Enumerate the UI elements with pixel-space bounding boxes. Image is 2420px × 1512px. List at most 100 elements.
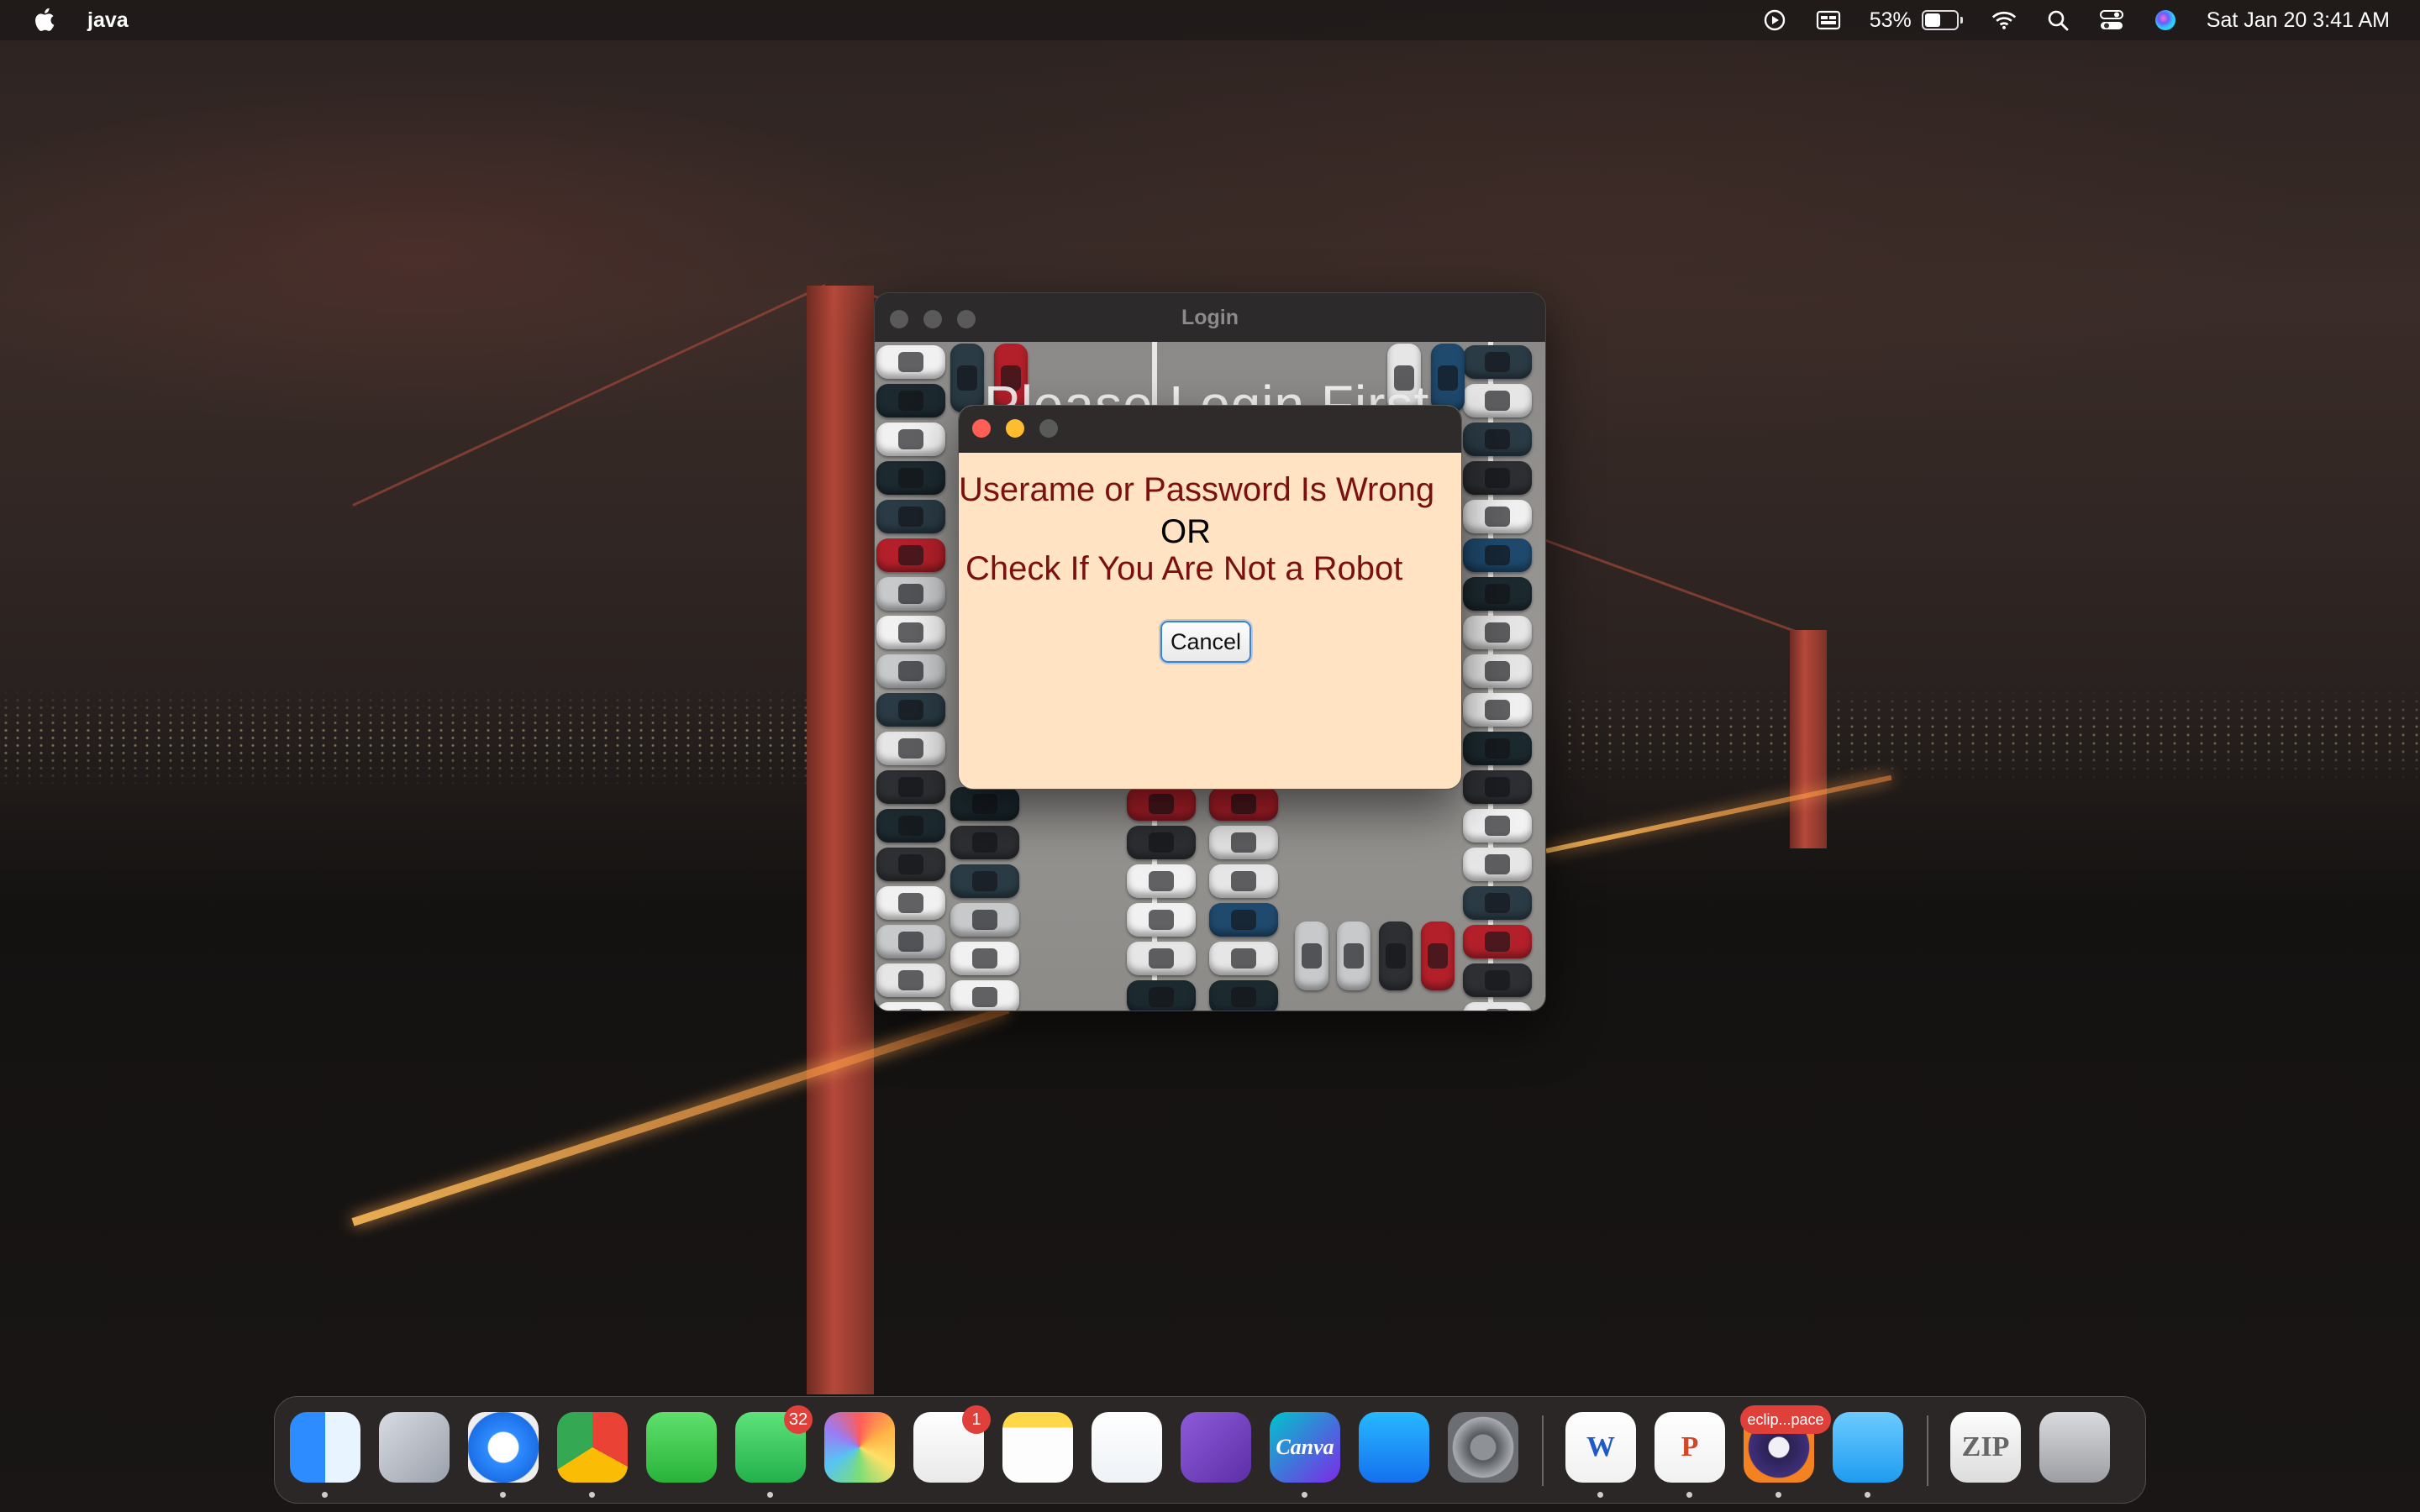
parked-car <box>1127 942 1196 975</box>
parked-car <box>876 886 945 920</box>
siri-icon[interactable] <box>2153 8 2178 33</box>
running-indicator <box>500 1492 506 1498</box>
minimize-button[interactable] <box>1006 419 1024 438</box>
eclipse-icon[interactable]: eclip...pace <box>1740 1405 1831 1498</box>
zip-icon[interactable]: ZIP <box>1950 1412 2021 1483</box>
visual-studio-icon[interactable] <box>1181 1412 1251 1483</box>
parked-car <box>876 345 945 379</box>
error-message-or: OR <box>1160 513 1211 550</box>
parked-car <box>1209 942 1278 975</box>
dock-separator <box>1927 1415 1928 1486</box>
parked-car <box>1127 826 1196 859</box>
parked-car <box>1127 787 1196 821</box>
running-indicator <box>1686 1492 1692 1498</box>
parked-car <box>876 461 945 495</box>
word-icon[interactable]: W <box>1565 1412 1636 1498</box>
powerpoint-icon[interactable]: P <box>1655 1412 1725 1498</box>
parked-car <box>1463 732 1532 765</box>
window-controls <box>890 310 976 328</box>
login-window-titlebar[interactable]: Login <box>875 293 1545 342</box>
control-center-icon[interactable] <box>2099 8 2124 33</box>
bridge-road <box>1545 774 1892 853</box>
parked-car <box>1463 848 1532 881</box>
active-app-name[interactable]: java <box>87 8 129 33</box>
parked-car <box>950 942 1019 975</box>
parked-car <box>876 500 945 533</box>
parked-car <box>876 577 945 611</box>
wifi-icon[interactable] <box>1991 8 2017 33</box>
parked-car <box>876 654 945 688</box>
system-settings-icon[interactable] <box>1448 1412 1518 1483</box>
play-circle-icon[interactable] <box>1762 8 1787 33</box>
dock-separator <box>1542 1415 1544 1486</box>
vscode-icon[interactable] <box>1092 1412 1162 1483</box>
parked-car <box>950 344 984 412</box>
running-indicator <box>1865 1492 1870 1498</box>
search-icon[interactable] <box>2045 8 2070 33</box>
menu-bar-clock[interactable]: Sat Jan 20 3:41 AM <box>2207 8 2390 33</box>
city-lights <box>1563 689 2420 781</box>
parked-car <box>876 423 945 456</box>
chrome-icon[interactable] <box>557 1412 628 1498</box>
parked-car <box>1421 921 1455 990</box>
folder-icon[interactable] <box>1833 1412 1903 1498</box>
parked-car <box>1209 980 1278 1011</box>
parked-car <box>950 980 1019 1011</box>
parked-car <box>1463 963 1532 997</box>
parked-car <box>876 925 945 958</box>
display-icon[interactable] <box>1816 8 1841 33</box>
running-indicator <box>767 1492 773 1498</box>
cancel-button[interactable]: Cancel <box>1160 621 1251 663</box>
dock-item-label: ZIP <box>1961 1431 2010 1462</box>
parked-car <box>876 1002 945 1011</box>
parked-car <box>876 384 945 417</box>
parked-car <box>1463 577 1532 611</box>
parked-car <box>1463 384 1532 417</box>
battery-level-fill <box>1924 13 1940 27</box>
zoom-button[interactable] <box>957 310 976 328</box>
apple-icon[interactable] <box>30 5 55 34</box>
parked-car <box>876 538 945 572</box>
parked-car <box>950 787 1019 821</box>
parked-car <box>1463 1002 1532 1011</box>
dialog-titlebar[interactable] <box>959 406 1461 453</box>
minimize-button[interactable] <box>923 310 942 328</box>
parked-car <box>1209 826 1278 859</box>
parked-car <box>1463 461 1532 495</box>
facetime-icon[interactable] <box>646 1412 717 1483</box>
finder-icon[interactable] <box>290 1412 360 1498</box>
battery-status[interactable]: 53% <box>1870 8 1963 33</box>
bridge-road <box>351 1005 1010 1226</box>
dock-item-label: P <box>1681 1431 1699 1462</box>
parked-car <box>1209 787 1278 821</box>
app-store-icon[interactable] <box>1359 1412 1429 1483</box>
menu-bar: java 53% Sat Jan 20 3:41 AM <box>0 0 2420 40</box>
error-message-line1: Userame or Password Is Wrong <box>959 471 1435 508</box>
notification-badge: eclip...pace <box>1740 1405 1831 1434</box>
parked-car <box>1463 345 1532 379</box>
battery-icon <box>1921 10 1963 30</box>
parked-car <box>1463 925 1532 958</box>
whatsapp-icon[interactable]: 32 <box>735 1405 813 1498</box>
notes-icon[interactable] <box>1002 1412 1073 1483</box>
trash-icon[interactable] <box>2039 1412 2110 1483</box>
close-button[interactable] <box>890 310 908 328</box>
parked-car <box>950 826 1019 859</box>
launchpad-icon[interactable] <box>379 1412 450 1483</box>
close-button[interactable] <box>972 419 991 438</box>
bridge-tower <box>1790 630 1827 848</box>
parked-car <box>1463 423 1532 456</box>
safari-icon[interactable] <box>468 1412 539 1498</box>
parked-car <box>1463 538 1532 572</box>
zoom-button[interactable] <box>1039 419 1058 438</box>
notification-badge: 1 <box>962 1405 991 1434</box>
parked-car <box>876 770 945 804</box>
parked-car <box>876 963 945 997</box>
bridge-cable <box>352 284 826 507</box>
photos-icon[interactable] <box>824 1412 895 1483</box>
parked-car <box>1337 921 1370 990</box>
canva-icon[interactable]: Canva <box>1270 1412 1340 1498</box>
reminders-icon[interactable]: 1 <box>913 1405 991 1483</box>
running-indicator <box>1776 1492 1781 1498</box>
error-message-line2: Check If You Are Not a Robot <box>965 550 1403 587</box>
